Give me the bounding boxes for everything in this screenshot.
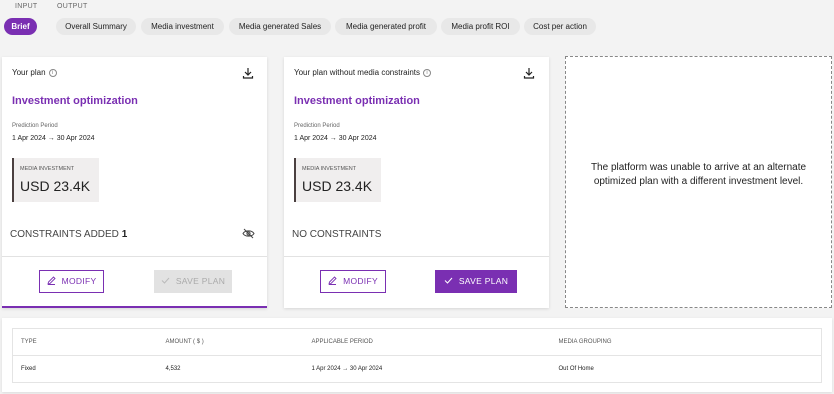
- column-header-type: TYPE: [12, 328, 158, 356]
- prediction-period-value: 1 Apr 2024 → 30 Apr 2024: [294, 135, 377, 142]
- tab-media-profit-roi[interactable]: Media profit ROI: [441, 18, 520, 35]
- card-header-label: Your plan: [12, 68, 46, 77]
- constraints-table: TYPE AMOUNT ( $ ) APPLICABLE PERIOD MEDI…: [12, 328, 822, 383]
- tab-overall-summary[interactable]: Overall Summary: [56, 18, 136, 35]
- card-divider: [284, 256, 549, 257]
- your-plan-card: Your plan i Investment optimization Predi…: [2, 57, 267, 308]
- alternate-plan-message: The platform was unable to arrive at an …: [590, 162, 807, 187]
- modify-button-label: MODIFY: [343, 276, 378, 286]
- save-plan-button-label: SAVE PLAN: [458, 276, 509, 286]
- output-section-label: OUTPUT: [57, 3, 88, 10]
- input-section-label: INPUT: [15, 3, 38, 10]
- info-icon[interactable]: i: [48, 68, 57, 77]
- save-plan-button[interactable]: SAVE PLAN: [154, 270, 232, 293]
- cell-amount: 4,532: [157, 355, 304, 383]
- media-investment-value: USD 23.4K: [20, 178, 91, 194]
- table-row: Fixed 4,532 1 Apr 2024 → 30 Apr 2024 Out…: [12, 355, 822, 383]
- column-header-amount: AMOUNT ( $ ): [157, 328, 304, 356]
- info-icon[interactable]: i: [423, 68, 431, 77]
- media-investment-box: MEDIA INVESTMENT USD 23.4K: [12, 158, 99, 202]
- media-investment-value: USD 23.4K: [302, 178, 373, 194]
- tab-brief[interactable]: Brief: [4, 18, 37, 35]
- tab-media-generated-sales[interactable]: Media generated Sales: [229, 18, 331, 35]
- eye-off-icon[interactable]: [242, 228, 255, 239]
- constraints-count: 1: [121, 229, 128, 240]
- modify-button[interactable]: MODIFY: [39, 270, 104, 293]
- modify-button[interactable]: MODIFY: [320, 270, 386, 293]
- cell-media-grouping: Out Of Home: [550, 355, 822, 383]
- check-icon: [161, 277, 170, 284]
- column-header-media-grouping: MEDIA GROUPING: [550, 328, 822, 356]
- media-investment-box: MEDIA INVESTMENT USD 23.4K: [294, 158, 381, 202]
- tab-cost-per-action[interactable]: Cost per action: [524, 18, 596, 35]
- cell-period: 1 Apr 2024 → 30 Apr 2024: [303, 355, 551, 383]
- cell-type: Fixed: [12, 355, 158, 383]
- plan-title: Investment optimization: [12, 95, 138, 107]
- unconstrained-plan-card: Your plan without media constraints i Inv…: [284, 57, 549, 308]
- download-icon[interactable]: [242, 67, 254, 79]
- constraints-table-panel: TYPE AMOUNT ( $ ) APPLICABLE PERIOD MEDI…: [2, 318, 832, 392]
- constraints-label: CONSTRAINTS ADDED: [10, 229, 119, 240]
- download-icon[interactable]: [523, 67, 535, 79]
- card-header: Your plan i: [12, 68, 57, 77]
- card-header-label: Your plan without media constraints: [294, 68, 420, 77]
- prediction-period-value: 1 Apr 2024 → 30 Apr 2024: [12, 135, 95, 142]
- media-investment-label: MEDIA INVESTMENT: [20, 166, 75, 172]
- pencil-icon: [328, 276, 337, 286]
- save-plan-button-label: SAVE PLAN: [175, 276, 226, 286]
- tab-media-generated-profit[interactable]: Media generated profit: [335, 18, 437, 35]
- table-header-row: TYPE AMOUNT ( $ ) APPLICABLE PERIOD MEDI…: [12, 328, 822, 356]
- card-header: Your plan without media constraints i: [294, 68, 431, 77]
- prediction-period-label: Prediction Period: [294, 123, 340, 129]
- alternate-plan-placeholder: The platform was unable to arrive at an …: [565, 56, 832, 308]
- media-investment-label: MEDIA INVESTMENT: [302, 166, 357, 172]
- check-icon: [444, 277, 453, 284]
- constraints-status: CONSTRAINTS ADDED 1: [10, 229, 127, 240]
- column-header-period: APPLICABLE PERIOD: [303, 328, 551, 356]
- tab-media-investment[interactable]: Media investment: [141, 18, 224, 35]
- pencil-icon: [46, 276, 56, 286]
- plan-title: Investment optimization: [294, 95, 420, 107]
- selected-plan-indicator: [2, 306, 267, 308]
- save-plan-button[interactable]: SAVE PLAN: [435, 270, 517, 293]
- card-divider: [2, 256, 267, 257]
- prediction-period-label: Prediction Period: [12, 123, 58, 129]
- constraints-status: NO CONSTRAINTS: [292, 229, 382, 240]
- modify-button-label: MODIFY: [61, 276, 97, 286]
